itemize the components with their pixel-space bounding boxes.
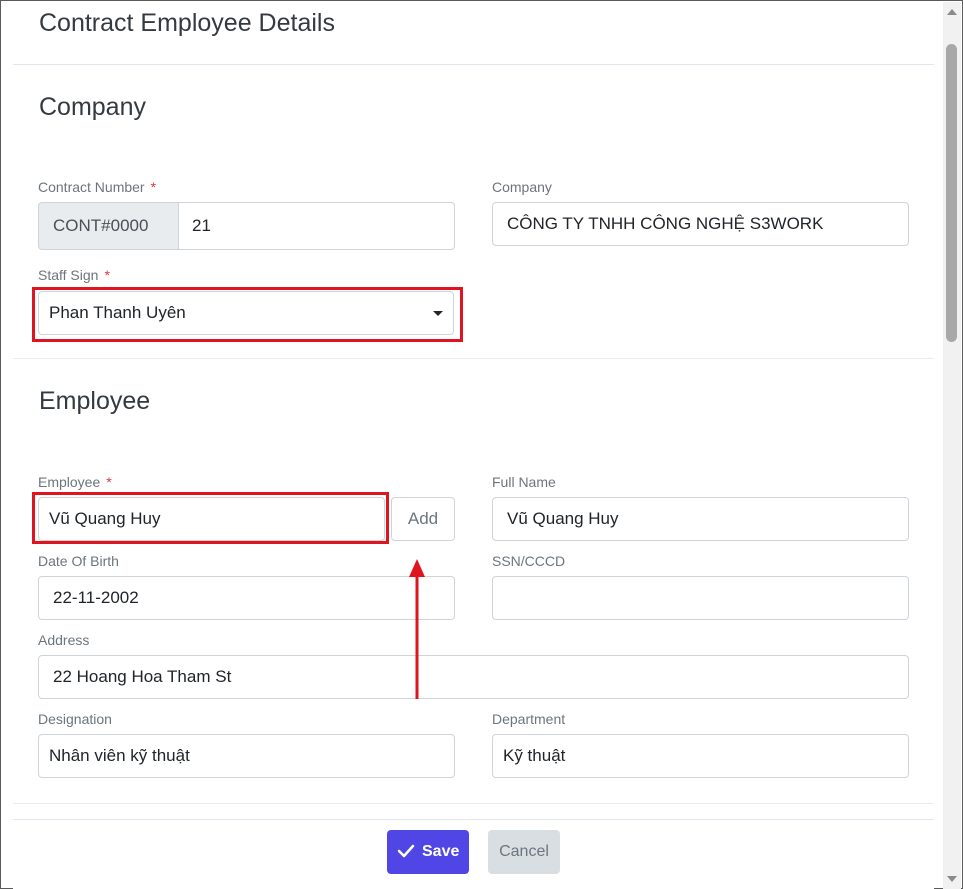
company-section: Company Contract Number * CONT#0000 21 Co… [13, 65, 934, 359]
cancel-button[interactable]: Cancel [488, 830, 560, 874]
add-employee-button[interactable]: Add [391, 497, 455, 541]
scroll-down-icon[interactable] [947, 876, 957, 882]
save-button[interactable]: Save [387, 830, 469, 874]
contract-number-input[interactable]: 21 [178, 202, 455, 250]
date-of-birth-field[interactable]: 22-11-2002 [38, 576, 455, 620]
scroll-up-icon[interactable] [947, 9, 957, 15]
designation-field[interactable]: Nhân viên kỹ thuật [38, 734, 455, 778]
company-section-title: Company [39, 93, 146, 121]
designation-label: Designation [38, 711, 112, 727]
employee-section: Employee Employee * Vũ Quang Huy Add Full… [13, 360, 934, 804]
scrollbar-thumb[interactable] [946, 44, 957, 342]
full-name-field[interactable]: Vũ Quang Huy [492, 497, 909, 541]
ssn-label: SSN/CCCD [492, 553, 566, 569]
vertical-scrollbar[interactable] [943, 2, 961, 889]
save-button-label: Save [422, 843, 460, 860]
company-label: Company [492, 179, 552, 195]
highlight-box-staff-sign [32, 287, 463, 342]
check-icon [397, 844, 415, 858]
employee-section-title: Employee [39, 387, 151, 415]
department-field[interactable]: Kỹ thuật [492, 734, 909, 778]
required-mark: * [104, 267, 110, 283]
dialog-frame: Contract Employee Details Company Contra… [0, 0, 963, 889]
highlight-box-employee [32, 492, 389, 544]
full-name-label: Full Name [492, 474, 556, 490]
ssn-field[interactable] [492, 576, 909, 620]
required-mark: * [106, 474, 112, 490]
contract-number-prefix: CONT#0000 [38, 202, 179, 250]
employee-label: Employee * [38, 474, 112, 490]
address-field[interactable]: 22 Hoang Hoa Tham St [38, 655, 909, 699]
contract-number-label: Contract Number * [38, 179, 157, 195]
dialog-header: Contract Employee Details [13, 1, 934, 65]
department-label: Department [492, 711, 566, 727]
date-of-birth-label: Date Of Birth [38, 553, 119, 569]
dialog-footer: Save Cancel [13, 819, 934, 889]
staff-sign-label: Staff Sign * [38, 267, 110, 283]
required-mark: * [150, 179, 157, 195]
page-title: Contract Employee Details [39, 9, 335, 37]
address-label: Address [38, 632, 90, 648]
company-field[interactable]: CÔNG TY TNHH CÔNG NGHỆ S3WORK [492, 202, 909, 246]
annotation-arrow-icon [409, 559, 425, 699]
